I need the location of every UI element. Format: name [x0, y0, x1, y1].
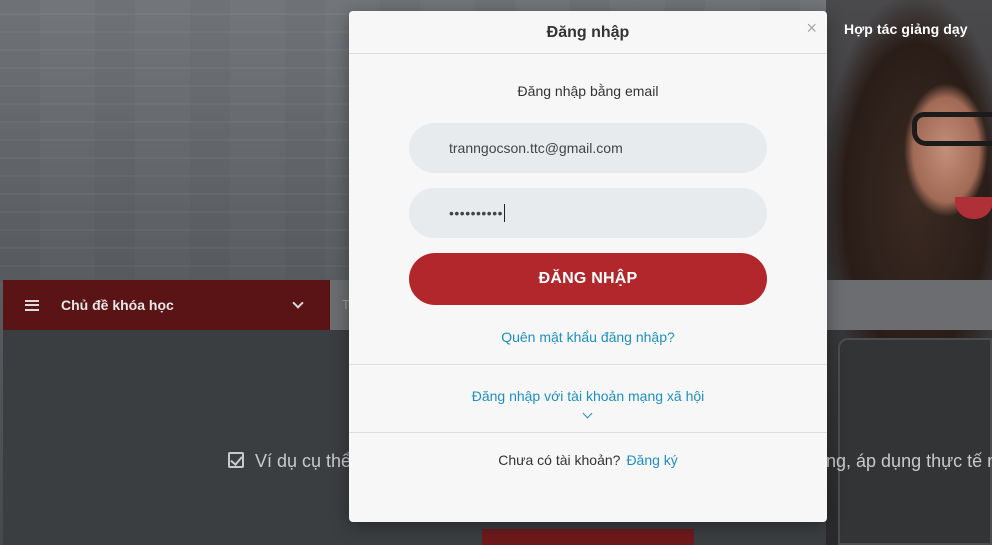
password-field[interactable]: ••••••••••: [409, 188, 767, 238]
text-caret: [504, 204, 506, 222]
hero-laptop-shape: [838, 338, 992, 545]
social-login-link[interactable]: Đăng nhập với tài khoản mạng xã hội: [349, 388, 827, 404]
email-value: tranngocson.ttc@gmail.com: [449, 140, 623, 156]
checkbox-checked-icon: [228, 452, 244, 468]
feature-text-right: ng, áp dụng thực tế n: [826, 451, 992, 471]
background-cta-button[interactable]: [482, 529, 694, 545]
divider: [349, 364, 827, 365]
feature-text-left: Ví dụ cụ thể: [255, 451, 352, 471]
hero-glasses-shape: [912, 112, 992, 146]
forgot-password-link[interactable]: Quên mật khẩu đăng nhập?: [349, 329, 827, 345]
close-icon[interactable]: ×: [806, 19, 817, 37]
password-value: ••••••••••: [449, 205, 504, 221]
chevron-down-icon[interactable]: [582, 408, 593, 419]
course-topics-label: Chủ đề khóa học: [61, 297, 174, 313]
signup-link[interactable]: Đăng ký: [626, 452, 677, 468]
chevron-down-icon: [292, 297, 304, 309]
login-subtitle: Đăng nhập bằng email: [517, 83, 659, 99]
nav-link-teaching-partnership[interactable]: Hợp tác giảng dạy: [844, 21, 968, 37]
modal-title: Đăng nhập: [546, 24, 630, 41]
divider: [349, 432, 827, 433]
login-button[interactable]: ĐĂNG NHẬP: [409, 253, 767, 305]
no-account-text: Chưa có tài khoản?: [498, 452, 621, 468]
login-modal: Đăng nhập × Đăng nhập bằng email tranngo…: [349, 11, 827, 522]
hamburger-icon: [25, 299, 39, 311]
signup-row: Chưa có tài khoản? Đăng ký: [349, 452, 827, 468]
course-topics-menu[interactable]: Chủ đề khóa học: [3, 280, 330, 330]
modal-header: Đăng nhập ×: [349, 11, 827, 54]
email-field[interactable]: tranngocson.ttc@gmail.com: [409, 123, 767, 173]
